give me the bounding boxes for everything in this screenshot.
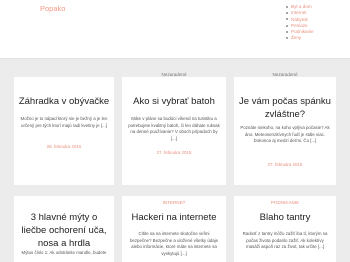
- site-header: Popako Byt a dom Internet Nábytok Peniaz…: [0, 0, 350, 59]
- post-card: 3 hlavné mýty o liečbe ochorení uča, nos…: [14, 193, 114, 262]
- post-card: Záhradka v obývačke Možno je to nápad kt…: [14, 74, 114, 185]
- post-excerpt: Máte v pláne sa budúci víkend na turisti…: [128, 116, 220, 141]
- post-date[interactable]: 27. februára 2015: [122, 150, 226, 155]
- post-title[interactable]: Hackeri na internete: [126, 211, 222, 224]
- bullet-icon: [286, 24, 288, 27]
- card-tab: [49, 193, 79, 196]
- post-category[interactable]: Nezaradené: [122, 72, 226, 77]
- post-card: Nezaradené Ako si vybrať batoh Máte v pl…: [122, 72, 226, 185]
- post-title[interactable]: Je vám počas spánku zvláštne?: [238, 95, 332, 121]
- bullet-icon: [286, 5, 288, 8]
- bullet-icon: [286, 12, 288, 15]
- post-excerpt: Radosť z tantry môžu zažiť iba tí, ktorý…: [242, 231, 328, 250]
- bullet-icon: [286, 18, 288, 21]
- post-date[interactable]: 28. februára 2015: [14, 144, 114, 149]
- post-title[interactable]: Ako si vybrať batoh: [126, 95, 222, 108]
- post-card: Nezaradené Je vám počas spánku zvláštne?…: [234, 72, 336, 185]
- post-category[interactable]: Nezaradené: [234, 72, 336, 77]
- site-brand[interactable]: Popako: [40, 4, 65, 13]
- post-category[interactable]: INTERNET: [122, 200, 226, 205]
- post-title[interactable]: Záhradka v obývačke: [18, 95, 110, 108]
- nav-item[interactable]: Ženy: [286, 35, 314, 41]
- post-excerpt: Možno je to nápad ktorý nie je bežný a j…: [20, 116, 108, 128]
- bullet-icon: [286, 30, 288, 33]
- bullet-icon: [286, 37, 288, 40]
- card-tab: [49, 74, 79, 77]
- post-date[interactable]: 27. februára 2015: [234, 162, 336, 167]
- post-excerpt: Cítite sa na internete skutočne veľmi be…: [129, 231, 219, 256]
- post-card: PODNIKANIE Blaho tantry Radosť z tantry …: [234, 193, 336, 262]
- card-tab: [159, 193, 189, 196]
- card-tab: [270, 193, 300, 196]
- post-category[interactable]: PODNIKANIE: [234, 200, 336, 205]
- post-title[interactable]: 3 hlavné mýty o liečbe ochorení uča, nos…: [18, 211, 110, 250]
- post-title[interactable]: Blaho tantry: [238, 211, 332, 224]
- post-excerpt: Poznáte niekoho, na koho vplýva počasie?…: [240, 125, 330, 144]
- post-excerpt: Mýtus číslo 1: Ak odstránite mandle, bud…: [21, 250, 107, 255]
- post-card: INTERNET Hackeri na internete Cítite sa …: [122, 193, 226, 262]
- main-nav: Byt a dom Internet Nábytok Peniaze Podni…: [286, 4, 314, 42]
